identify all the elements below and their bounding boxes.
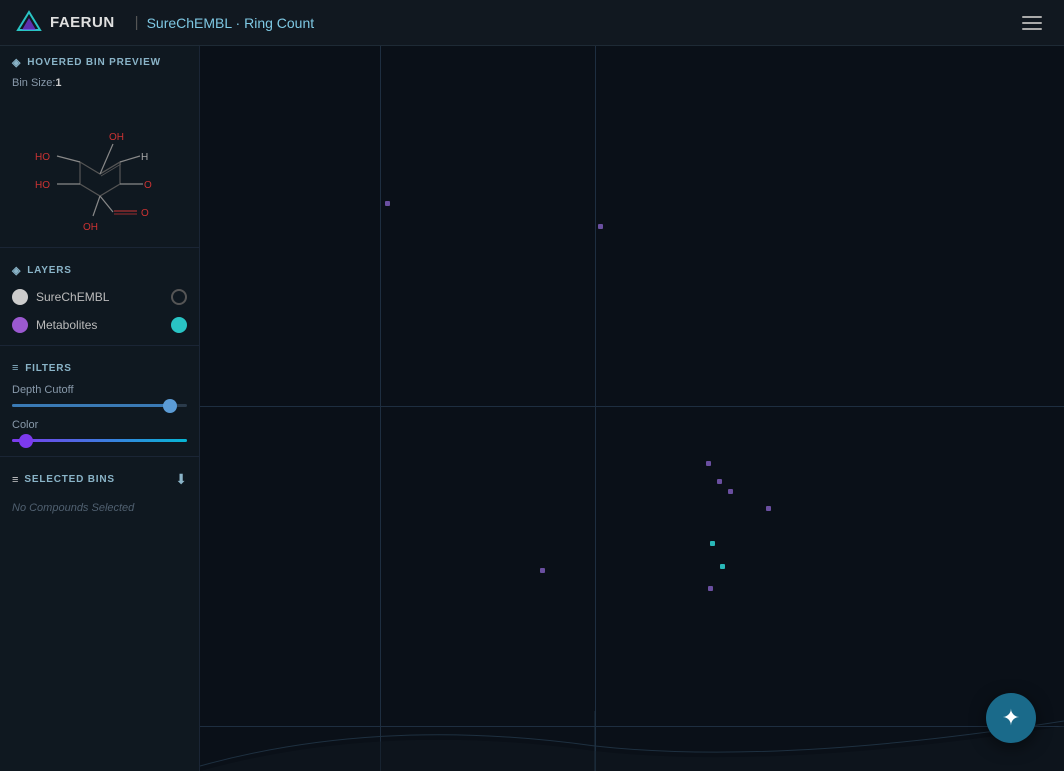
selected-bins-section: ≡ SELECTED BINS ⬇ No Compounds Selected (0, 456, 199, 530)
dot-4 (717, 479, 722, 484)
svg-text:OH: OH (109, 132, 124, 143)
divider-v2 (595, 46, 596, 771)
divider-v1 (380, 46, 381, 771)
selected-bins-label: SELECTED BINS (24, 474, 169, 485)
hovered-bin-label: HOVERED BIN PREVIEW (27, 57, 161, 68)
layers-section-header: ◈ LAYERS (0, 254, 199, 283)
metabolites-color (12, 317, 28, 333)
app-logo-icon (16, 10, 42, 36)
color-slider-container (0, 437, 199, 450)
logo: FAERUN (16, 10, 115, 36)
svg-text:HO: HO (35, 180, 50, 191)
layers-section: ◈ LAYERS SureChEMBL Metabolites (0, 247, 199, 345)
molecule-preview: OH HO HO H O OH O (20, 99, 180, 239)
dot-8 (766, 506, 771, 511)
metabolites-label: Metabolites (36, 318, 163, 332)
download-icon[interactable]: ⬇ (175, 471, 187, 488)
app-name: FAERUN (50, 14, 115, 31)
dot-10 (540, 568, 545, 573)
dot-2 (598, 224, 603, 229)
arc-svg (200, 711, 1064, 771)
menu-bar-1 (1022, 16, 1042, 18)
svg-text:O: O (144, 180, 152, 191)
metabolites-toggle[interactable] (171, 317, 187, 333)
scatter-canvas (200, 46, 1064, 771)
app-header: FAERUN | SureChEMBL · Ring Count (0, 0, 1064, 46)
filters-label: FILTERS (25, 363, 72, 374)
depth-cutoff-slider-container (0, 402, 199, 415)
fab-button[interactable]: ✦ (986, 693, 1036, 743)
filters-icon: ≡ (12, 362, 19, 374)
hovered-bin-icon: ◈ (12, 56, 21, 69)
menu-bar-2 (1022, 22, 1042, 24)
layers-icon: ◈ (12, 264, 21, 277)
surechembl-color (12, 289, 28, 305)
divider-h2 (200, 726, 1064, 727)
surechembl-label: SureChEMBL (36, 290, 163, 304)
selected-bins-icon: ≡ (12, 474, 18, 486)
dot-5 (728, 489, 733, 494)
svg-text:H: H (141, 152, 148, 163)
svg-text:HO: HO (35, 152, 50, 163)
bin-size-label: Bin Size: (12, 77, 55, 89)
selected-bins-header: ≡ SELECTED BINS ⬇ (0, 463, 199, 496)
dot-7 (720, 564, 725, 569)
layers-label: LAYERS (27, 265, 71, 276)
sidebar: ◈ HOVERED BIN PREVIEW Bin Size:1 OH HO H… (0, 46, 200, 771)
dot-3 (706, 461, 711, 466)
svg-text:OH: OH (83, 222, 98, 233)
dot-6 (710, 541, 715, 546)
menu-bar-3 (1022, 28, 1042, 30)
filters-section: ≡ FILTERS Depth Cutoff Color (0, 345, 199, 456)
bin-size-value: 1 (55, 77, 61, 89)
no-compounds-message: No Compounds Selected (0, 496, 199, 524)
molecule-svg: OH HO HO H O OH O (25, 104, 175, 234)
divider-h1 (200, 406, 1064, 407)
layer-item-surechembl: SureChEMBL (0, 283, 199, 311)
header-subtitle: SureChEMBL · Ring Count (147, 15, 315, 31)
layer-item-metabolites: Metabolites (0, 311, 199, 339)
hovered-bin-section-header: ◈ HOVERED BIN PREVIEW (0, 46, 199, 75)
fab-icon: ✦ (1002, 707, 1020, 729)
main-scatter-area[interactable]: ✦ (200, 46, 1064, 771)
dot-1 (385, 201, 390, 206)
surechembl-toggle[interactable] (171, 289, 187, 305)
dot-9 (708, 586, 713, 591)
menu-button[interactable] (1016, 10, 1048, 36)
svg-text:O: O (141, 208, 149, 219)
bin-size-row: Bin Size:1 (0, 75, 199, 95)
header-separator: | (135, 14, 139, 31)
filters-section-header: ≡ FILTERS (0, 352, 199, 380)
